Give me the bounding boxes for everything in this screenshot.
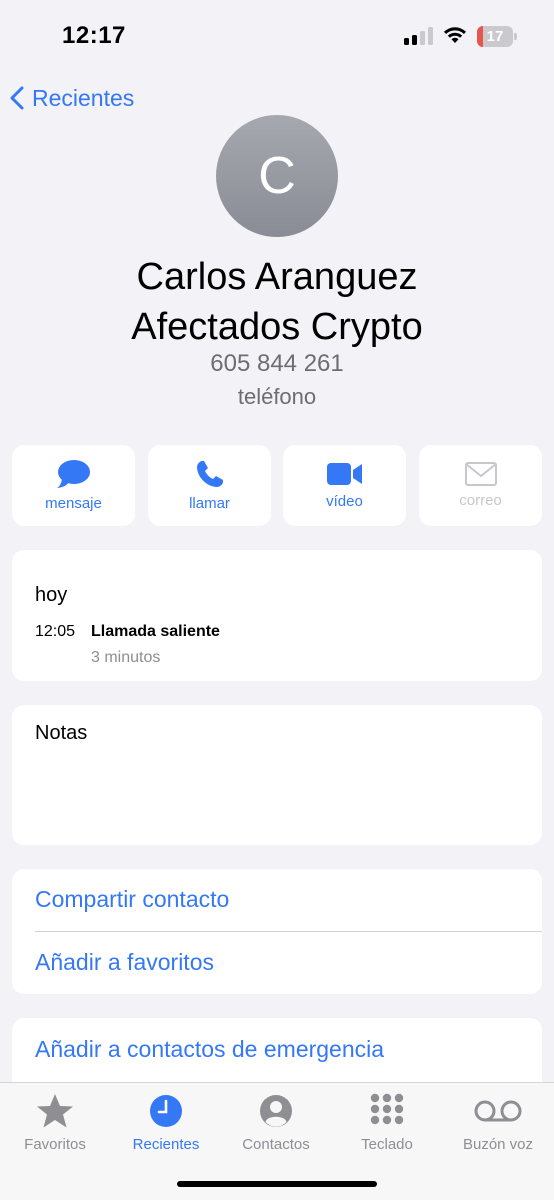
battery-icon: 17	[477, 26, 517, 47]
share-contact-link[interactable]: Compartir contacto	[35, 886, 229, 913]
phone-icon	[196, 461, 223, 487]
tab-contacts-label: Contactos	[242, 1136, 310, 1153]
divider	[35, 931, 542, 932]
tab-recents-label: Recientes	[132, 1136, 200, 1153]
mail-icon	[464, 462, 497, 486]
call-history-card: hoy 12:05 Llamada saliente 3 minutos	[12, 550, 542, 681]
tab-favorites[interactable]: Favoritos	[0, 1093, 110, 1153]
tab-favorites-label: Favoritos	[24, 1136, 86, 1153]
tab-keypad-label: Teclado	[361, 1136, 413, 1153]
message-icon	[56, 460, 90, 488]
signal-icon	[404, 27, 434, 45]
add-favorites-link[interactable]: Añadir a favoritos	[35, 949, 214, 976]
back-button[interactable]: Recientes	[10, 80, 134, 116]
keypad-icon	[370, 1093, 404, 1125]
contact-name-line2: Afectados Crypto	[131, 306, 423, 348]
status-time: 12:17	[62, 22, 126, 49]
wifi-icon	[443, 25, 467, 45]
quick-actions: mensaje llamar vídeo correo	[12, 445, 542, 526]
battery-level: 17	[486, 28, 504, 45]
emergency-card: Añadir a contactos de emergencia	[12, 1018, 542, 1088]
contact-actions-card: Compartir contacto Añadir a favoritos	[12, 869, 542, 994]
message-button-label: mensaje	[45, 495, 102, 512]
voicemail-icon	[474, 1100, 522, 1122]
home-indicator	[177, 1181, 377, 1187]
video-button-label: vídeo	[326, 493, 363, 510]
star-icon	[37, 1094, 73, 1128]
contact-name: Carlos Aranguez Afectados Crypto	[0, 252, 554, 352]
clock-icon	[150, 1095, 182, 1127]
notes-field[interactable]: Notas	[12, 705, 542, 845]
tab-voicemail[interactable]: Buzón voz	[443, 1093, 553, 1153]
back-label: Recientes	[32, 84, 135, 111]
person-icon	[260, 1095, 292, 1127]
video-button[interactable]: vídeo	[283, 445, 406, 526]
tab-voicemail-label: Buzón voz	[462, 1136, 534, 1153]
call-time: 12:05	[35, 623, 76, 640]
avatar: C	[216, 115, 338, 237]
call-duration: 3 minutos	[91, 649, 161, 666]
notes-label: Notas	[35, 722, 88, 744]
phone-number[interactable]: 605 844 261	[0, 350, 554, 378]
video-icon	[326, 463, 362, 485]
chevron-left-icon	[10, 86, 24, 110]
phone-type-label: teléfono	[237, 384, 317, 409]
mail-button-label: correo	[459, 492, 502, 509]
contact-name-line1: Carlos Aranguez	[136, 256, 418, 298]
tab-recents[interactable]: Recientes	[111, 1093, 221, 1153]
call-history-day: hoy	[35, 584, 68, 606]
avatar-initial: C	[258, 147, 296, 205]
call-button[interactable]: llamar	[148, 445, 271, 526]
add-emergency-contact-link[interactable]: Añadir a contactos de emergencia	[35, 1036, 384, 1063]
mail-button[interactable]: correo	[419, 445, 542, 526]
call-button-label: llamar	[189, 495, 230, 512]
message-button[interactable]: mensaje	[12, 445, 135, 526]
status-bar: 12:17 17	[0, 0, 554, 75]
contact-detail-screen: 12:17 17 Recientes C Carlos Aranguez Afe…	[0, 0, 554, 1200]
tab-contacts[interactable]: Contactos	[221, 1093, 331, 1153]
call-type: Llamada saliente	[91, 623, 220, 640]
tab-keypad[interactable]: Teclado	[332, 1093, 442, 1153]
